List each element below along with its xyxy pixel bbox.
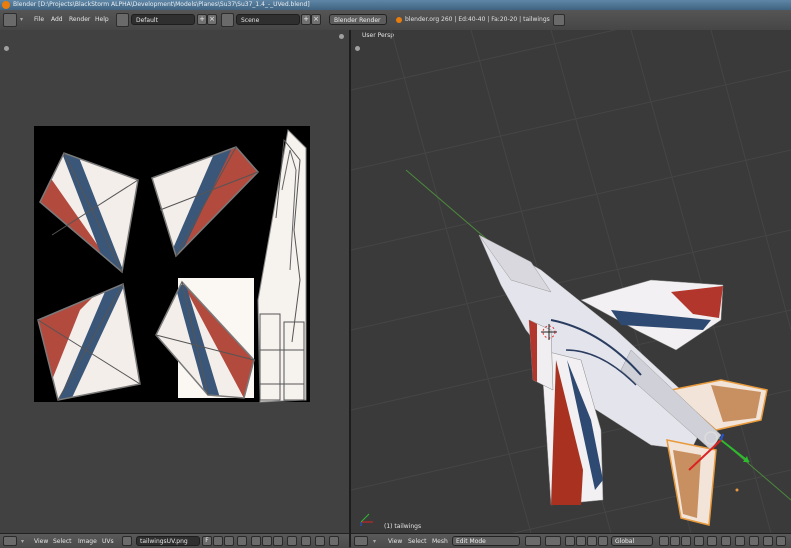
close-scene-icon[interactable]: × [311, 14, 321, 25]
render-engine-dropdown[interactable]: Blender Render [329, 14, 387, 25]
viewport-canvas[interactable] [351, 30, 791, 533]
scene-field[interactable]: Scene [236, 14, 300, 25]
menu-render[interactable]: Render [69, 16, 90, 23]
face-select-icon[interactable] [681, 536, 691, 546]
menu-help[interactable]: Help [95, 16, 109, 23]
render-animation-icon[interactable] [763, 536, 773, 546]
sticky-mode-icon[interactable] [287, 536, 297, 546]
viewport-header: ▾ View Select Mesh Edit Mode Global [351, 533, 791, 548]
shading-icon[interactable] [525, 536, 541, 546]
close-icon[interactable]: × [207, 14, 217, 25]
edge-select-icon[interactable] [273, 536, 283, 546]
collapse-menu-icon[interactable]: ▾ [21, 538, 24, 545]
orientation-dropdown[interactable]: Global [611, 536, 653, 546]
collapse-menu-icon[interactable]: ▾ [20, 16, 23, 23]
menu-select[interactable]: Select [408, 538, 427, 545]
snap-icon[interactable] [315, 536, 325, 546]
info-header: ▾ File Add Render Help Default + × Scene… [0, 10, 791, 31]
add-icon[interactable] [213, 536, 223, 546]
add-icon[interactable]: + [197, 14, 207, 25]
menu-mesh[interactable]: Mesh [432, 538, 448, 545]
collapse-menu-icon[interactable]: ▾ [373, 538, 376, 545]
pivot-icon[interactable] [301, 536, 311, 546]
pin-icon[interactable] [237, 536, 247, 546]
snap-element-icon[interactable] [735, 536, 745, 546]
active-object-label: (1) tailwings [384, 523, 422, 530]
scale-icon[interactable] [598, 536, 608, 546]
menu-select[interactable]: Select [53, 538, 72, 545]
menu-image[interactable]: Image [78, 538, 97, 545]
fullscreen-icon[interactable] [553, 14, 565, 26]
image-browse-icon[interactable] [122, 536, 132, 546]
status-stats: blender.org 260 | Ed:40-40 | Fa:20-20 | … [396, 16, 550, 23]
vertex-select-icon[interactable] [262, 536, 272, 546]
uv-texture-canvas[interactable] [0, 30, 349, 533]
snap-icon[interactable] [721, 536, 731, 546]
open-image-icon[interactable] [224, 536, 234, 546]
menu-add[interactable]: Add [51, 16, 63, 23]
uv-sync-icon[interactable] [251, 536, 261, 546]
pivot-point-icon[interactable] [545, 536, 561, 546]
menu-uvs[interactable]: UVs [102, 538, 114, 545]
editor-type-icon[interactable] [3, 536, 17, 546]
editor-type-icon[interactable] [3, 13, 17, 27]
translate-icon[interactable] [576, 536, 586, 546]
image-name-field[interactable]: tailwingsUV.png [136, 536, 200, 546]
3d-viewport[interactable]: User Persp (1) tailwings [351, 30, 791, 533]
add-scene-icon[interactable]: + [301, 14, 311, 25]
scene-icon[interactable] [221, 13, 234, 27]
stats-text: blender.org 260 | Ed:40-40 | Fa:20-20 | … [405, 16, 550, 23]
editor-type-icon[interactable] [354, 536, 368, 546]
window-titlebar: Blender [D:\Projects\BlackStorm ALPHA\De… [0, 0, 791, 10]
uv-image-editor[interactable] [0, 30, 349, 533]
screen-layout-field[interactable]: Default [131, 14, 195, 25]
menu-view[interactable]: View [388, 538, 402, 545]
edge-select-icon[interactable] [670, 536, 680, 546]
proportional-edit-icon[interactable] [329, 536, 339, 546]
layers-icon[interactable] [776, 536, 786, 546]
vertex-select-icon[interactable] [659, 536, 669, 546]
screen-layout-icon[interactable] [116, 13, 129, 27]
render-icon[interactable] [749, 536, 759, 546]
mode-dropdown[interactable]: Edit Mode [452, 536, 520, 546]
window-title: Blender [D:\Projects\BlackStorm ALPHA\De… [13, 1, 310, 8]
fake-user-button[interactable]: F [202, 536, 212, 546]
manipulator-toggle-icon[interactable] [565, 536, 575, 546]
blender-logo-icon [396, 16, 402, 23]
rotate-icon[interactable] [587, 536, 597, 546]
blender-logo-icon [2, 1, 10, 9]
uv-editor-header: ▾ View Select Image UVs tailwingsUV.png … [0, 533, 349, 548]
menu-file[interactable]: File [34, 16, 44, 23]
occlude-geometry-icon[interactable] [694, 536, 704, 546]
menu-view[interactable]: View [34, 538, 48, 545]
proportional-edit-icon[interactable] [707, 536, 717, 546]
